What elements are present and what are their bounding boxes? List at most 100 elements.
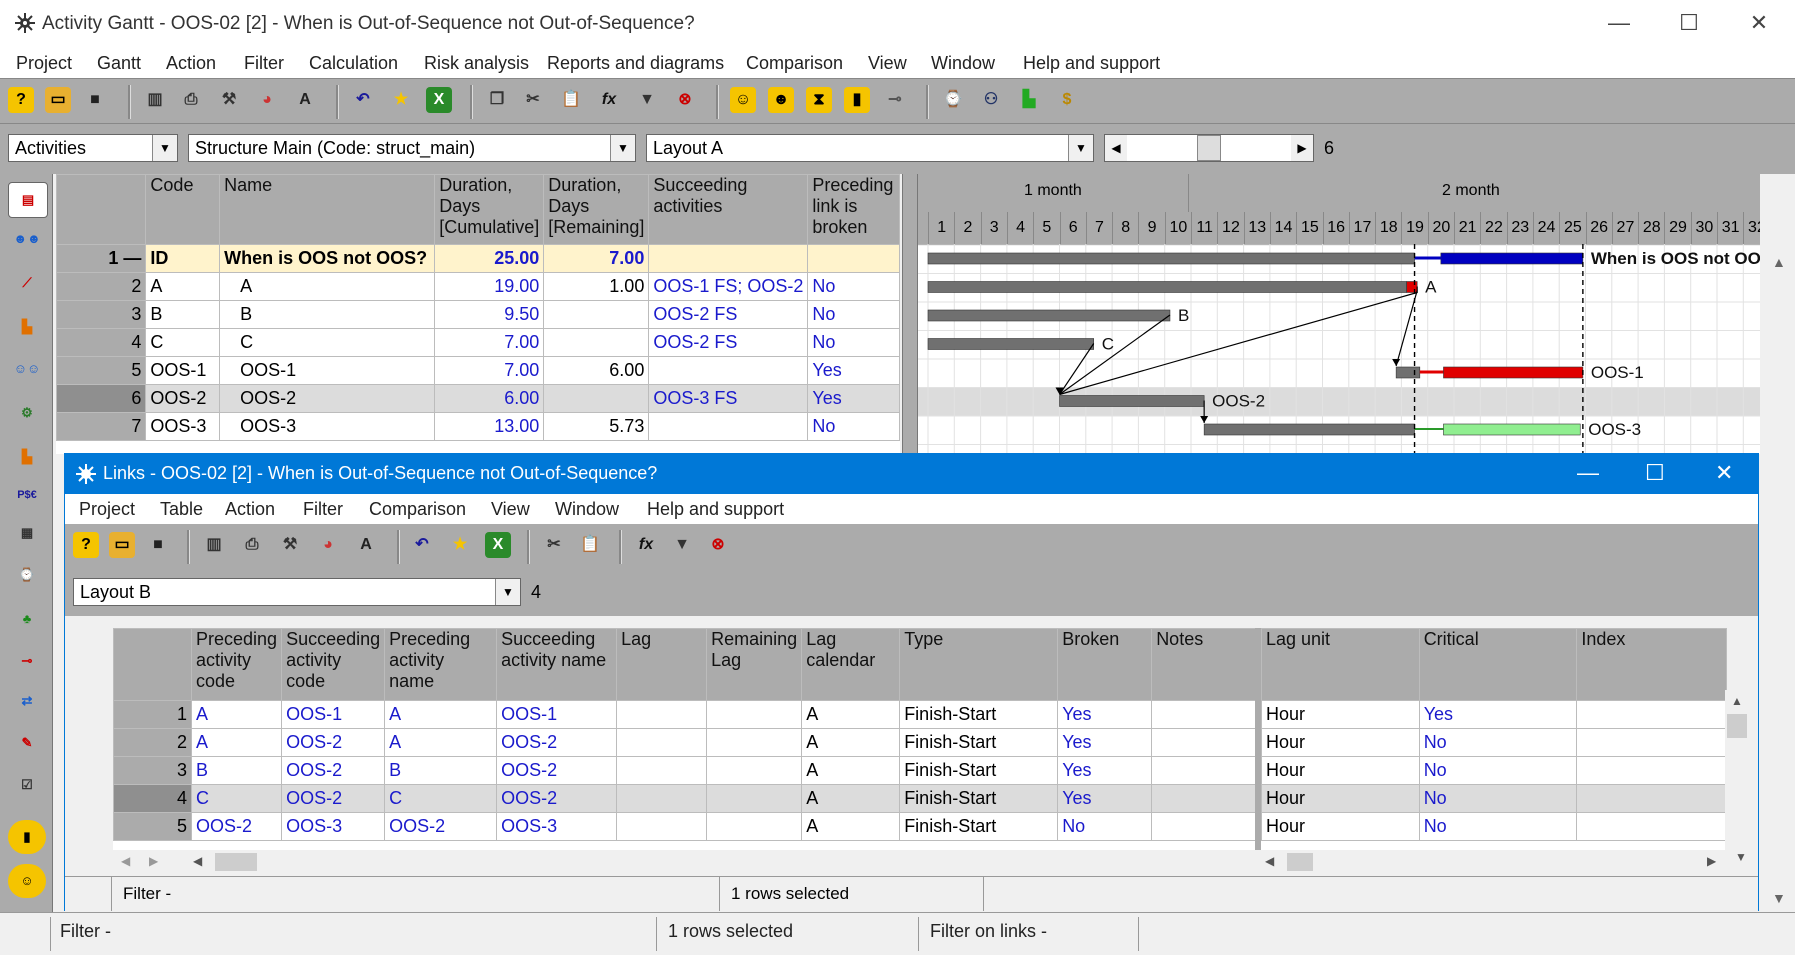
row-number[interactable]: 7 — [56, 412, 147, 441]
menu-calculation[interactable]: Calculation — [309, 53, 398, 74]
cell-lag[interactable] — [616, 728, 708, 757]
star-icon[interactable]: ★ — [388, 87, 414, 113]
cell-duration-cumulative[interactable]: 6.00 — [434, 384, 545, 413]
chevron-down-icon[interactable]: ▼ — [610, 135, 635, 161]
cell-broken[interactable]: No — [1057, 812, 1153, 841]
cell-lag-unit[interactable]: Hour — [1261, 784, 1420, 813]
table-row[interactable]: Hour No — [1261, 756, 1727, 785]
column-header-broken[interactable]: Broken — [1057, 628, 1153, 701]
cell-lag[interactable] — [616, 756, 708, 785]
cell-notes[interactable] — [1151, 700, 1265, 729]
close-button[interactable]: ✕ — [1736, 10, 1782, 38]
cell-type[interactable]: Finish-Start — [899, 784, 1059, 813]
cell-succeeding-name[interactable]: OOS-2 — [496, 728, 618, 757]
cell-broken[interactable]: Yes — [1057, 784, 1153, 813]
chevron-right-icon[interactable]: ▶ — [149, 854, 158, 868]
cell-name[interactable]: OOS-1 — [219, 356, 436, 385]
column-header-preceding-name[interactable]: Preceding activity name — [384, 628, 498, 701]
team-view-icon[interactable]: ☺☺ — [8, 352, 46, 386]
table-row[interactable]: 1 — ID When is OOS not OOS? 25.00 7.00 — [56, 244, 900, 273]
cell-notes[interactable] — [1151, 784, 1265, 813]
cell-lag-unit[interactable]: Hour — [1261, 728, 1420, 757]
cell-broken[interactable]: Yes — [1057, 700, 1153, 729]
table-row-selected[interactable]: 4 C OOS-2 C OOS-2 A Finish-Start Yes — [113, 784, 1265, 813]
cell-critical[interactable]: Yes — [1418, 700, 1578, 729]
vertical-scrollbar[interactable]: ▲ ▼ — [1762, 174, 1795, 912]
chevron-left-icon[interactable]: ◀ — [121, 854, 130, 868]
cell-succeeding-code[interactable]: OOS-2 — [281, 756, 386, 785]
row-number[interactable]: 4 — [113, 784, 192, 813]
chevron-left-icon[interactable]: ◀ — [193, 854, 202, 868]
cell-preceding-name[interactable]: A — [384, 700, 498, 729]
column-header-index[interactable]: Index — [1576, 628, 1727, 701]
cell-broken[interactable]: Yes — [1057, 728, 1153, 757]
links-menu-filter[interactable]: Filter — [303, 499, 343, 520]
function-icon[interactable]: fx — [596, 87, 622, 113]
cell-lag[interactable] — [616, 812, 708, 841]
row-number[interactable]: 3 — [56, 300, 147, 329]
print-icon[interactable]: ⎙ — [178, 87, 204, 113]
zoom-slider[interactable]: ◀ ▶ — [1104, 134, 1314, 162]
chevron-down-icon[interactable]: ▼ — [1735, 850, 1747, 864]
color-wheel-icon[interactable]: ◕ — [254, 87, 280, 113]
links-vertical-scrollbar[interactable]: ▲ — [1725, 690, 1749, 850]
excel-icon[interactable]: X — [426, 87, 452, 113]
clear-filter-icon[interactable]: ⊗ — [672, 87, 698, 113]
team-pin-icon[interactable]: ☺ — [8, 864, 46, 898]
cell-lag-unit[interactable]: Hour — [1261, 700, 1420, 729]
resource-pin-icon[interactable]: ▮ — [8, 820, 46, 854]
cell-duration-cumulative[interactable]: 19.00 — [434, 272, 545, 301]
excel-icon[interactable]: X — [485, 532, 511, 558]
help-icon[interactable]: ? — [73, 532, 99, 558]
cell-broken[interactable] — [807, 244, 900, 273]
cell-lag-unit[interactable]: Hour — [1261, 756, 1420, 785]
cell-code[interactable]: C — [145, 328, 221, 357]
maximize-button[interactable]: ☐ — [1666, 10, 1712, 38]
link-icon[interactable]: ⊸ — [882, 87, 908, 113]
cell-succeeding[interactable]: OOS-1 FS; OOS-2 — [648, 272, 809, 301]
scrollbar-thumb[interactable] — [215, 853, 257, 871]
cell-broken[interactable]: No — [807, 412, 900, 441]
menu-gantt[interactable]: Gantt — [97, 53, 141, 74]
cell-duration-remaining[interactable] — [543, 300, 650, 329]
cell-duration-cumulative[interactable]: 25.00 — [434, 244, 545, 273]
cell-succeeding[interactable] — [648, 244, 809, 273]
table-row[interactable]: 3 B OOS-2 B OOS-2 A Finish-Start Yes — [113, 756, 1265, 785]
cell-type[interactable]: Finish-Start — [899, 756, 1059, 785]
cell-preceding-name[interactable]: C — [384, 784, 498, 813]
table-row[interactable]: 4 C C 7.00 OOS-2 FS No — [56, 328, 900, 357]
cell-index[interactable] — [1576, 812, 1727, 841]
links-view-icon[interactable]: ⊸ — [8, 644, 46, 678]
cell-succeeding-code[interactable]: OOS-1 — [281, 700, 386, 729]
cell-duration-remaining[interactable]: 1.00 — [543, 272, 650, 301]
cell-type[interactable]: Finish-Start — [899, 700, 1059, 729]
paste-icon[interactable]: 📋 — [577, 532, 603, 558]
cell-broken[interactable]: Yes — [807, 356, 900, 385]
star-icon[interactable]: ★ — [447, 532, 473, 558]
column-header-remaining-lag[interactable]: Remaining Lag — [706, 628, 803, 701]
cell-name[interactable]: B — [219, 300, 436, 329]
chevron-down-icon[interactable]: ▼ — [495, 579, 520, 605]
cell-preceding-name[interactable]: OOS-2 — [384, 812, 498, 841]
scrollbar-thumb[interactable] — [1727, 714, 1747, 738]
cell-remaining-lag[interactable] — [706, 728, 803, 757]
table-row[interactable]: Hour Yes — [1261, 700, 1727, 729]
row-number[interactable]: 1 — [113, 700, 192, 729]
row-number[interactable]: 5 — [56, 356, 147, 385]
gantt-view-icon[interactable]: ▤ — [8, 182, 48, 218]
cell-lag-calendar[interactable]: A — [801, 728, 901, 757]
columns-icon[interactable]: ▥ — [142, 87, 168, 113]
cut-icon[interactable]: ✂ — [541, 532, 567, 558]
network-icon[interactable]: ⚇ — [978, 87, 1004, 113]
cell-code[interactable]: OOS-3 — [145, 412, 221, 441]
chart-view-icon[interactable]: ⟋ — [8, 266, 46, 300]
cell-preceding-code[interactable]: A — [190, 700, 283, 729]
table-row[interactable]: 3 B B 9.50 OOS-2 FS No — [56, 300, 900, 329]
cost-view-icon[interactable]: P$€ — [8, 478, 46, 512]
cell-succeeding[interactable]: OOS-2 FS — [648, 328, 809, 357]
cell-broken[interactable]: No — [807, 272, 900, 301]
font-icon[interactable]: A — [353, 532, 379, 558]
cell-type[interactable]: Finish-Start — [899, 812, 1059, 841]
links-close-button[interactable]: ✕ — [1715, 460, 1733, 486]
cell-preceding-code[interactable]: A — [190, 728, 283, 757]
